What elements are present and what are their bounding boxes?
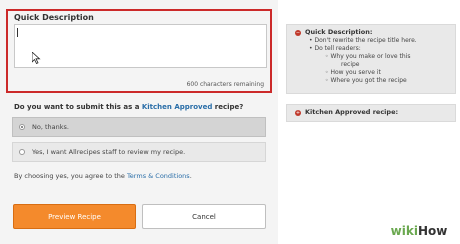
- char-remaining-count: 600 characters remaining: [186, 81, 264, 88]
- mouse-pointer-icon: [31, 49, 41, 68]
- option-no-label: No, thanks.: [32, 123, 69, 131]
- kitchen-approved-question: Do you want to submit this as a Kitchen …: [14, 103, 243, 111]
- question-suffix: recipe?: [212, 103, 244, 111]
- question-accent: Kitchen Approved: [141, 103, 213, 111]
- terms-link[interactable]: Terms & Conditions: [127, 172, 190, 180]
- terms-suffix: .: [189, 172, 192, 180]
- tip-subitem: ◦ How you serve it: [325, 69, 381, 76]
- radio-unselected-icon[interactable]: [19, 149, 25, 155]
- option-yes-label: Yes, I want Allrecipes staff to review m…: [32, 148, 186, 156]
- kitchen-approved-tips: + Kitchen Approved recipe:: [286, 104, 456, 122]
- tip-item: • Do tell readers:: [309, 45, 361, 52]
- quick-description-title: Quick Description: [14, 13, 94, 22]
- tips-list: • Don't rewrite the recipe title here. •…: [309, 37, 417, 85]
- terms-text: By choosing yes, you agree to the Terms …: [14, 172, 192, 180]
- tips-title: Quick Description:: [305, 28, 373, 36]
- radio-selected-icon[interactable]: [19, 124, 25, 130]
- tip-item: • Don't rewrite the recipe title here.: [309, 37, 417, 44]
- quick-description-tips: − Quick Description: • Don't rewrite the…: [286, 24, 456, 94]
- expand-icon[interactable]: +: [295, 110, 301, 116]
- wiki-text: wiki: [390, 224, 418, 238]
- tip-subitem: ◦ Why you make or love this: [325, 53, 411, 60]
- kitchen-approved-title: Kitchen Approved recipe:: [305, 108, 399, 116]
- question-prefix: Do you want to submit this as a: [14, 103, 142, 111]
- quick-description-textarea[interactable]: [14, 24, 267, 68]
- option-no-thanks[interactable]: No, thanks.: [12, 117, 266, 137]
- collapse-icon[interactable]: −: [295, 30, 301, 36]
- terms-prefix: By choosing yes, you agree to the: [14, 172, 127, 180]
- option-yes-review[interactable]: Yes, I want Allrecipes staff to review m…: [12, 142, 266, 162]
- preview-recipe-button[interactable]: Preview Recipe: [13, 204, 136, 229]
- cancel-button[interactable]: Cancel: [142, 204, 266, 229]
- tip-subitem: ◦ Where you got the recipe: [325, 77, 407, 84]
- wikihow-logo: wiki How: [384, 222, 454, 240]
- tip-subitem-continued: recipe: [341, 61, 360, 68]
- how-text: How: [417, 224, 448, 238]
- text-cursor: [17, 28, 18, 37]
